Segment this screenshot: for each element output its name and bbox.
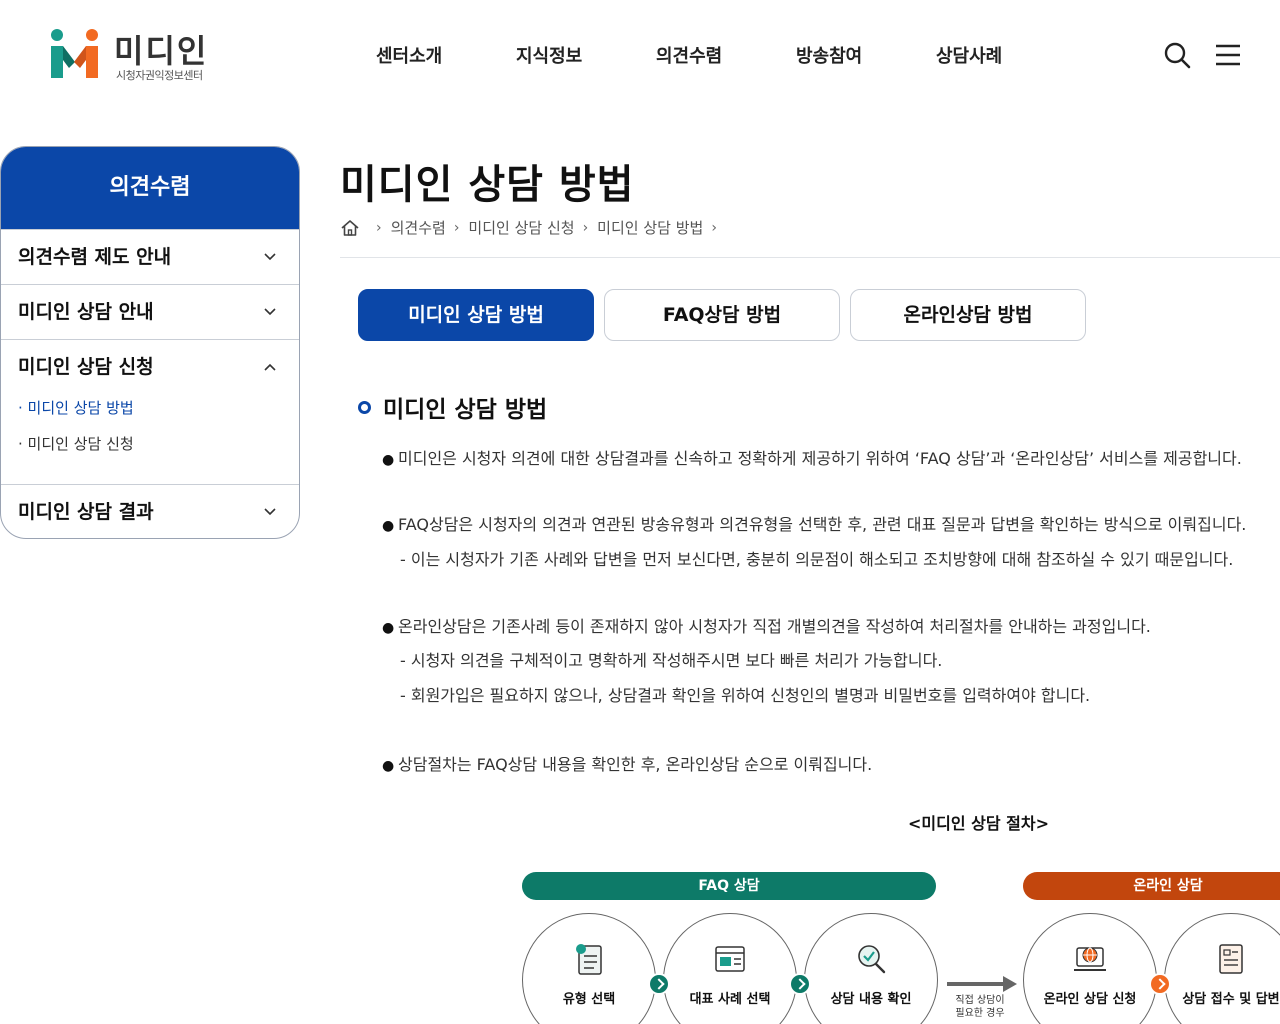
content-tabs: 미디인 상담 방법 FAQ상담 방법 온라인상담 방법 [358, 289, 1096, 341]
nav-item-cases[interactable]: 상담사례 [936, 42, 1076, 68]
side-nav-item-consult-result[interactable]: 미디인 상담 결과 [1, 484, 299, 538]
chevron-down-icon [264, 308, 276, 316]
faq-stage-bar: FAQ 상담 [522, 872, 936, 900]
side-nav-item-label: 미디인 상담 결과 [18, 501, 154, 523]
side-nav-subitem-apply[interactable]: · 미디인 상담 신청 [1, 431, 299, 467]
bullet-paragraph: ● 상담절차는 FAQ상담 내용을 확인한 후, 온라인상담 순으로 이뤄집니다. [382, 751, 1280, 775]
process-step-label: 온라인 상담 신청 [1043, 992, 1137, 1007]
bullet-text: 상담절차는 FAQ상담 내용을 확인한 후, 온라인상담 순으로 이뤄집니다. [398, 755, 873, 774]
logo-subtitle: 시청자권익정보센터 [116, 69, 203, 82]
process-step: 상담 내용 확인 [804, 913, 938, 1024]
globe-laptop-icon [1074, 947, 1106, 971]
side-nav-subitem-method[interactable]: · 미디인 상담 방법 [1, 395, 299, 431]
arrow-note: 직접 상담이 필요한 경우 [949, 994, 1011, 1020]
logo-title: 미디인 [114, 32, 209, 70]
side-nav-title: 의견수렴 [1, 147, 299, 229]
bullet-dot-icon: ● [382, 452, 395, 468]
arrow-note-line: 직접 상담이 [955, 995, 1005, 1006]
logo-mark-icon [51, 29, 98, 78]
side-nav-item-system-guide[interactable]: 의견수렴 제도 안내 [1, 229, 299, 284]
tab-online-method[interactable]: 온라인상담 방법 [850, 289, 1086, 341]
process-step: 대표 사례 선택 [663, 913, 797, 1024]
arrow-note-line: 필요한 경우 [955, 1008, 1005, 1019]
side-nav: 의견수렴 의견수렴 제도 안내 미디인 상담 안내 미디인 상담 신청 · 미디… [0, 146, 300, 539]
chevron-right-icon: › [582, 219, 589, 236]
site-logo[interactable]: 미디인 시청자권익정보센터 [48, 26, 228, 86]
process-step-label: 상담 접수 및 답변 [1182, 992, 1280, 1007]
breadcrumb: › 의견수렴 › 미디인 상담 신청 › 미디인 상담 방법 › [340, 217, 726, 238]
nav-item-knowledge[interactable]: 지식정보 [516, 42, 656, 68]
side-nav-item-label: 의견수렴 제도 안내 [18, 246, 172, 268]
sub-paragraph: - 회원가입은 필요하지 않으나, 상담결과 확인을 위하여 신청인의 별명과 … [400, 686, 1091, 705]
site-header: 미디인 시청자권익정보센터 센터소개 지식정보 의견수렴 방송참여 상담사례 [0, 0, 1280, 110]
side-nav-item-label: 미디인 상담 신청 [18, 356, 154, 378]
hamburger-menu-icon[interactable] [1213, 40, 1243, 70]
process-step: 상담 접수 및 답변 [1164, 913, 1280, 1024]
search-icon[interactable] [1162, 40, 1192, 70]
bullet-dot-icon: ● [382, 620, 395, 636]
process-step-label: 상담 내용 확인 [830, 992, 912, 1007]
bullet-text: FAQ상담은 시청자의 의견과 연관된 방송유형과 의견유형을 선택한 후, 관… [398, 515, 1247, 534]
bullet-paragraph: ● FAQ상담은 시청자의 의견과 연관된 방송유형과 의견유형을 선택한 후, … [382, 511, 1280, 535]
breadcrumb-item[interactable]: 미디인 상담 신청 [468, 217, 574, 238]
side-nav-item-consult-guide[interactable]: 미디인 상담 안내 [1, 284, 299, 339]
bullet-paragraph: ● 온라인상담은 기존사례 등이 존재하지 않아 시청자가 직접 개별의견을 작성… [382, 613, 1280, 637]
bullet-paragraph: ● 미디인은 시청자 의견에 대한 상담결과를 신속하고 정확하게 제공하기 위하… [382, 445, 1280, 469]
process-step: 유형 선택 [522, 913, 656, 1024]
section-title: 미디인 상담 방법 [358, 390, 547, 424]
process-step-label: 유형 선택 [562, 992, 616, 1007]
nav-item-center[interactable]: 센터소개 [376, 42, 516, 68]
side-nav-item-label: 미디인 상담 안내 [18, 301, 154, 323]
step-connector-icon [789, 973, 811, 995]
chevron-down-icon [264, 253, 276, 261]
sub-paragraph: - 시청자 의견을 구체적이고 명확하게 작성해주시면 보다 빠른 처리가 가능… [400, 651, 943, 670]
form-document-icon [1219, 944, 1243, 974]
bullet-dot-icon: ● [382, 518, 395, 534]
step-connector-icon [1149, 973, 1171, 995]
process-title: <미디인 상담 절차> [908, 814, 1049, 833]
chevron-down-icon [264, 508, 276, 516]
process-step: 온라인 상담 신청 [1023, 913, 1157, 1024]
breadcrumb-item[interactable]: 의견수렴 [391, 217, 446, 238]
chevron-right-icon: › [376, 219, 382, 236]
bullet-dot-icon: ● [382, 758, 395, 774]
chevron-right-icon: › [453, 219, 460, 236]
chevron-right-icon: › [711, 219, 717, 236]
side-nav-item-consult-apply[interactable]: 미디인 상담 신청 [1, 340, 299, 395]
home-icon[interactable] [340, 218, 360, 238]
process-step-label: 대표 사례 선택 [689, 992, 771, 1007]
nav-item-broadcast[interactable]: 방송참여 [796, 42, 936, 68]
step-connector-icon [648, 973, 670, 995]
tab-consult-method[interactable]: 미디인 상담 방법 [358, 289, 594, 341]
document-list-icon [576, 944, 602, 975]
tab-faq-method[interactable]: FAQ상담 방법 [604, 289, 840, 341]
bullet-text: 온라인상담은 기존사례 등이 존재하지 않아 시청자가 직접 개별의견을 작성하… [398, 617, 1151, 636]
main-nav: 센터소개 지식정보 의견수렴 방송참여 상담사례 [376, 42, 1076, 68]
browser-window-icon [715, 946, 745, 972]
sub-paragraph: - 이는 시청자가 기존 사례와 답변을 먼저 보신다면, 충분히 의문점이 해… [400, 550, 1234, 569]
bullet-text: 미디인은 시청자 의견에 대한 상담결과를 신속하고 정확하게 제공하기 위하여… [398, 449, 1242, 468]
section-title-text: 미디인 상담 방법 [383, 397, 548, 423]
chevron-up-icon [264, 363, 276, 371]
side-nav-group-consult-apply: 미디인 상담 신청 · 미디인 상담 방법 · 미디인 상담 신청 [1, 339, 299, 484]
arrow-right-icon [947, 976, 1017, 992]
breadcrumb-item[interactable]: 미디인 상담 방법 [597, 217, 703, 238]
nav-item-opinion[interactable]: 의견수렴 [656, 42, 796, 68]
ring-bullet-icon [358, 400, 371, 414]
process-diagram: FAQ 상담 온라인 상담 유형 선택 대표 사례 선택 상담 내용 확인 온라… [515, 868, 1280, 1024]
magnifier-check-icon [858, 945, 886, 974]
page-title: 미디인 상담 방법 [340, 162, 635, 208]
divider [340, 257, 1280, 258]
online-stage-bar: 온라인 상담 [1023, 872, 1280, 900]
